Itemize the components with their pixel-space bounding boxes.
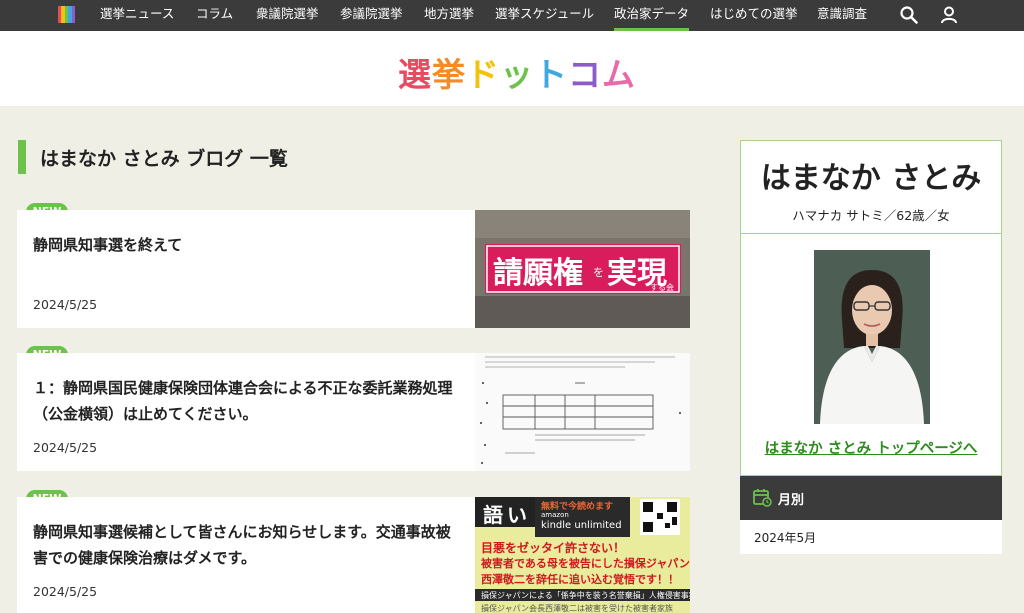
- nav-item-first-election[interactable]: はじめての選挙: [710, 0, 798, 31]
- title-accent-bar: [18, 140, 26, 174]
- thumb-kindle-text: kindle unlimited: [541, 520, 622, 531]
- portrait-image: [814, 250, 930, 424]
- header-logo-band: 選挙ドットコム: [0, 31, 1024, 106]
- blog-post-card[interactable]: １：静岡県国民健康保険団体連合会による不正な委託業務処理（公金横領）は止めてくだ…: [17, 353, 690, 471]
- thumb-text-sub: する会: [650, 283, 674, 292]
- thumb-amazon-text: amazon: [541, 511, 569, 519]
- post-thumbnail[interactable]: [475, 353, 690, 471]
- monthly-archive-label: 月別: [778, 493, 805, 508]
- logo-char: 選: [398, 55, 432, 94]
- top-nav: 選挙ニュース コラム 衆議院選挙 参議院選挙 地方選挙 選挙スケジュール 政治家…: [0, 0, 1024, 31]
- monthly-archive-header: 月別: [740, 476, 1002, 520]
- profile-photo-box: はまなか さとみ トップページへ: [740, 234, 1002, 476]
- site-logo[interactable]: 選挙ドットコム: [398, 48, 636, 96]
- post-title[interactable]: 静岡県知事選候補として皆さんにお知らせします。交通事故被害での健康保険治療はダメ…: [33, 519, 463, 571]
- thumb-bottom-text: 損保ジャパン会長西澤敬二は被害を受けた被害者家族: [481, 604, 673, 613]
- post-thumbnail[interactable]: 語 い 無料で今読めます amazon kindle unlimited 目悪を…: [475, 497, 690, 613]
- nav-item-house-of-representatives[interactable]: 衆議院選挙: [256, 0, 319, 31]
- site-mini-logo-icon[interactable]: [58, 6, 76, 23]
- post-title[interactable]: 静岡県知事選を終えて: [33, 232, 463, 258]
- nav-item-news[interactable]: 選挙ニュース: [100, 0, 174, 31]
- blog-post-card[interactable]: 静岡県知事選候補として皆さんにお知らせします。交通事故被害での健康保険治療はダメ…: [17, 497, 690, 613]
- thumb-line-1: 目悪をゼッタイ許さない！: [481, 541, 626, 555]
- logo-char: ト: [534, 55, 568, 94]
- profile-photo[interactable]: [814, 250, 930, 424]
- profile-sidebar: はまなか さとみ ハマナカ サトミ／62歳／女 はまなか さとみ トップページへ: [740, 140, 1002, 554]
- blog-post-card[interactable]: 静岡県知事選を終えて 2024/5/25 請願権 を 実現 する会: [17, 210, 690, 328]
- profile-top-page-link[interactable]: はまなか さとみ トップページへ: [741, 437, 1001, 458]
- post-date: 2024/5/25: [33, 584, 98, 599]
- thumb-band-text: 損保ジャパンによる「係争中を装う名誉棄損」人権侵害事案: [481, 591, 690, 600]
- thumb-text-small: を: [593, 266, 604, 279]
- month-link-2024-05[interactable]: 2024年5月: [754, 529, 816, 546]
- page-title: はまなか さとみ ブログ 一覧: [40, 148, 288, 170]
- nav-item-column[interactable]: コラム: [196, 0, 233, 31]
- nav-item-survey[interactable]: 意識調査: [817, 0, 867, 31]
- thumb-line-3: 西澤敬二を辞任に追い込む覚悟です！！: [481, 573, 679, 586]
- nav-item-house-of-councillors[interactable]: 参議院選挙: [340, 0, 403, 31]
- thumb-text-main: 請願権: [493, 256, 583, 291]
- nav-item-election-schedule[interactable]: 選挙スケジュール: [495, 0, 594, 31]
- logo-char: ド: [466, 55, 500, 94]
- post-thumbnail[interactable]: 請願権 を 実現 する会: [475, 210, 690, 328]
- search-icon[interactable]: [899, 5, 919, 25]
- profile-kana-age-gender: ハマナカ サトミ／62歳／女: [792, 208, 950, 223]
- post-date: 2024/5/25: [33, 440, 98, 455]
- logo-char: ッ: [500, 55, 534, 94]
- post-title[interactable]: １：静岡県国民健康保険団体連合会による不正な委託業務処理（公金横領）は止めてくだ…: [33, 375, 463, 427]
- nav-item-politician-data[interactable]: 政治家データ: [614, 0, 690, 31]
- logo-char: ム: [602, 55, 636, 94]
- thumb-corner-text-2: い: [507, 503, 527, 527]
- nav-item-local-elections[interactable]: 地方選挙: [424, 0, 474, 31]
- logo-char: 挙: [432, 55, 466, 94]
- profile-name: はまなか さとみ: [760, 161, 982, 196]
- document-scan-image: [475, 353, 690, 471]
- user-icon[interactable]: [939, 5, 959, 25]
- calendar-icon: [753, 489, 772, 507]
- post-date: 2024/5/25: [33, 297, 98, 312]
- profile-name-box: はまなか さとみ ハマナカ サトミ／62歳／女: [740, 140, 1002, 234]
- monthly-archive-list: 2024年5月: [740, 520, 1002, 554]
- logo-char: コ: [568, 55, 602, 94]
- thumb-corner-text: 語: [483, 503, 503, 527]
- thumb-line-2: 被害者である母を被告にした損保ジャパン: [481, 557, 690, 570]
